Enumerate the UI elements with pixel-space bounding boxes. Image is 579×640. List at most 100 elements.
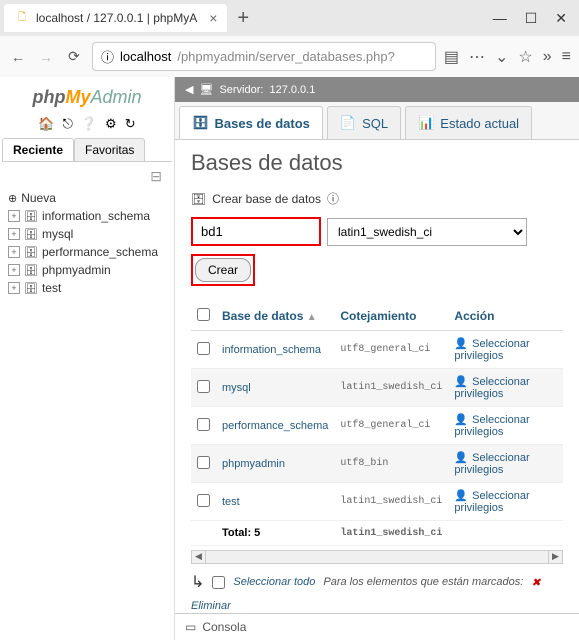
row-checkbox[interactable] [197,456,210,469]
expand-icon[interactable]: + [8,246,20,258]
help-icon[interactable]: ⓘ [327,190,339,207]
collation-cell: utf8_general_ci [334,331,448,369]
server-icon: 🖥 [199,83,213,96]
settings-icon[interactable]: ⚙ [105,116,117,132]
breadcrumb: ◀ 🖥 Servidor: 127.0.0.1 [175,77,579,102]
scroll-left-icon[interactable]: ◀ [192,551,206,563]
info-icon[interactable]: ⓘ [101,47,114,66]
select-all-checkbox[interactable] [197,308,210,321]
collapse-icon[interactable]: ⊟ [2,168,172,185]
logout-icon[interactable]: ⎋ [63,116,73,132]
page-title: Bases de datos [191,150,563,176]
url-path: /phpmyadmin/server_databases.php? [177,49,395,64]
new-tab-button[interactable]: + [227,7,259,30]
table-row: information_schemautf8_general_ci👤Selecc… [191,331,563,369]
create-db-label: 🗄 Crear base de datos ⓘ [191,190,563,207]
arrow-up-icon: ↳ [191,572,204,592]
db-name-cell[interactable]: performance_schema [216,407,334,445]
console-bar[interactable]: ▭ Consola [175,613,579,640]
db-name-cell[interactable]: phpmyadmin [216,445,334,483]
phpmyadmin-logo: phpMyAdmin [2,87,172,108]
db-name-cell[interactable]: test [216,483,334,521]
docs-icon[interactable]: ❔ [81,116,97,132]
db-name-cell[interactable]: mysql [216,369,334,407]
bulk-select-checkbox[interactable] [212,576,225,589]
table-row: performance_schemautf8_general_ci👤Selecc… [191,407,563,445]
expand-icon[interactable]: + [8,210,20,222]
database-icon: 🗄 [24,246,38,259]
scroll-right-icon[interactable]: ▶ [548,551,562,563]
col-collation[interactable]: Cotejamiento [334,302,448,331]
privileges-icon: 👤 [454,490,468,502]
back-button[interactable]: ← [8,47,28,67]
main-tabs: 🗄Bases de datos 📄SQL 📊Estado actual [175,102,579,140]
bookmark-icon[interactable]: ☆ [518,47,532,67]
collation-select[interactable]: latin1_swedish_ci [327,218,527,246]
expand-icon[interactable]: + [8,228,20,240]
reload-nav-icon[interactable]: ↻ [125,116,136,132]
tab-databases[interactable]: 🗄Bases de datos [179,106,323,139]
collation-cell: utf8_bin [334,445,448,483]
tab-status[interactable]: 📊Estado actual [405,106,532,139]
maximize-icon[interactable]: ☐ [525,10,538,27]
console-icon: ▭ [185,620,196,634]
forward-button[interactable]: → [36,47,56,67]
action-cell[interactable]: 👤Seleccionar privilegios [448,483,563,521]
tree-db-item[interactable]: +🗄information_schema [8,207,166,225]
select-all-link[interactable]: Seleccionar todo [233,576,315,588]
sidebar: phpMyAdmin 🏠 ⎋ ❔ ⚙ ↻ Reciente Favoritas … [0,77,175,640]
privileges-icon: 👤 [454,376,468,388]
tree-new-db[interactable]: ⊕ Nueva [8,189,166,207]
reload-button[interactable]: ⟳ [64,47,84,67]
row-checkbox[interactable] [197,342,210,355]
new-db-icon: ⊕ [8,192,17,205]
tab-recent[interactable]: Reciente [2,138,74,161]
collation-cell: utf8_general_ci [334,407,448,445]
status-icon: 📊 [418,115,434,131]
collation-cell: latin1_swedish_ci [334,369,448,407]
overflow-icon[interactable]: » [543,48,552,66]
database-icon: 🗄 [24,210,38,223]
horizontal-scrollbar[interactable]: ◀ ▶ [191,550,563,564]
create-button[interactable]: Crear [195,258,251,282]
close-icon[interactable]: × [209,10,217,26]
col-name[interactable]: Base de datos ▲ [216,302,334,331]
expand-icon[interactable]: + [8,264,20,276]
expand-icon[interactable]: + [8,282,20,294]
action-cell[interactable]: 👤Seleccionar privilegios [448,369,563,407]
create-db-section: 🗄 Crear base de datos ⓘ latin1_swedish_c… [191,190,563,286]
tree-db-item[interactable]: +🗄mysql [8,225,166,243]
db-tree: ⊕ Nueva +🗄information_schema +🗄mysql +🗄p… [2,185,172,301]
menu-icon[interactable]: ≡ [562,48,571,66]
pocket-icon[interactable]: ⌄ [495,47,508,67]
tree-db-item[interactable]: +🗄test [8,279,166,297]
chevron-left-icon[interactable]: ◀ [185,83,193,96]
delete-link[interactable]: Eliminar [191,600,231,612]
action-cell[interactable]: 👤Seleccionar privilegios [448,407,563,445]
tab-sql[interactable]: 📄SQL [327,106,401,139]
tab-title: localhost / 127.0.0.1 | phpMyA [36,11,197,25]
privileges-icon: 👤 [454,452,468,464]
url-field[interactable]: ⓘ localhost/phpmyadmin/server_databases.… [92,42,436,71]
row-checkbox[interactable] [197,418,210,431]
db-name-cell[interactable]: information_schema [216,331,334,369]
action-cell[interactable]: 👤Seleccionar privilegios [448,331,563,369]
browser-tab[interactable]: 🗋 localhost / 127.0.0.1 | phpMyA × [4,4,227,32]
home-icon[interactable]: 🏠 [38,116,54,132]
minimize-icon[interactable]: — [493,10,507,27]
app: phpMyAdmin 🏠 ⎋ ❔ ⚙ ↻ Reciente Favoritas … [0,77,579,640]
reader-icon[interactable]: ▤ [444,47,459,67]
database-icon: 🗄 [24,264,38,277]
close-window-icon[interactable]: ✕ [555,10,567,27]
more-icon[interactable]: ⋯ [469,47,485,67]
sidebar-quick-icons: 🏠 ⎋ ❔ ⚙ ↻ [2,116,172,132]
db-table: Base de datos ▲ Cotejamiento Acción info… [191,302,563,546]
privileges-icon: 👤 [454,414,468,426]
tab-favorites[interactable]: Favoritas [74,138,145,161]
row-checkbox[interactable] [197,380,210,393]
db-name-input[interactable] [191,217,321,246]
tree-db-item[interactable]: +🗄performance_schema [8,243,166,261]
tree-db-item[interactable]: +🗄phpmyadmin [8,261,166,279]
action-cell[interactable]: 👤Seleccionar privilegios [448,445,563,483]
row-checkbox[interactable] [197,494,210,507]
